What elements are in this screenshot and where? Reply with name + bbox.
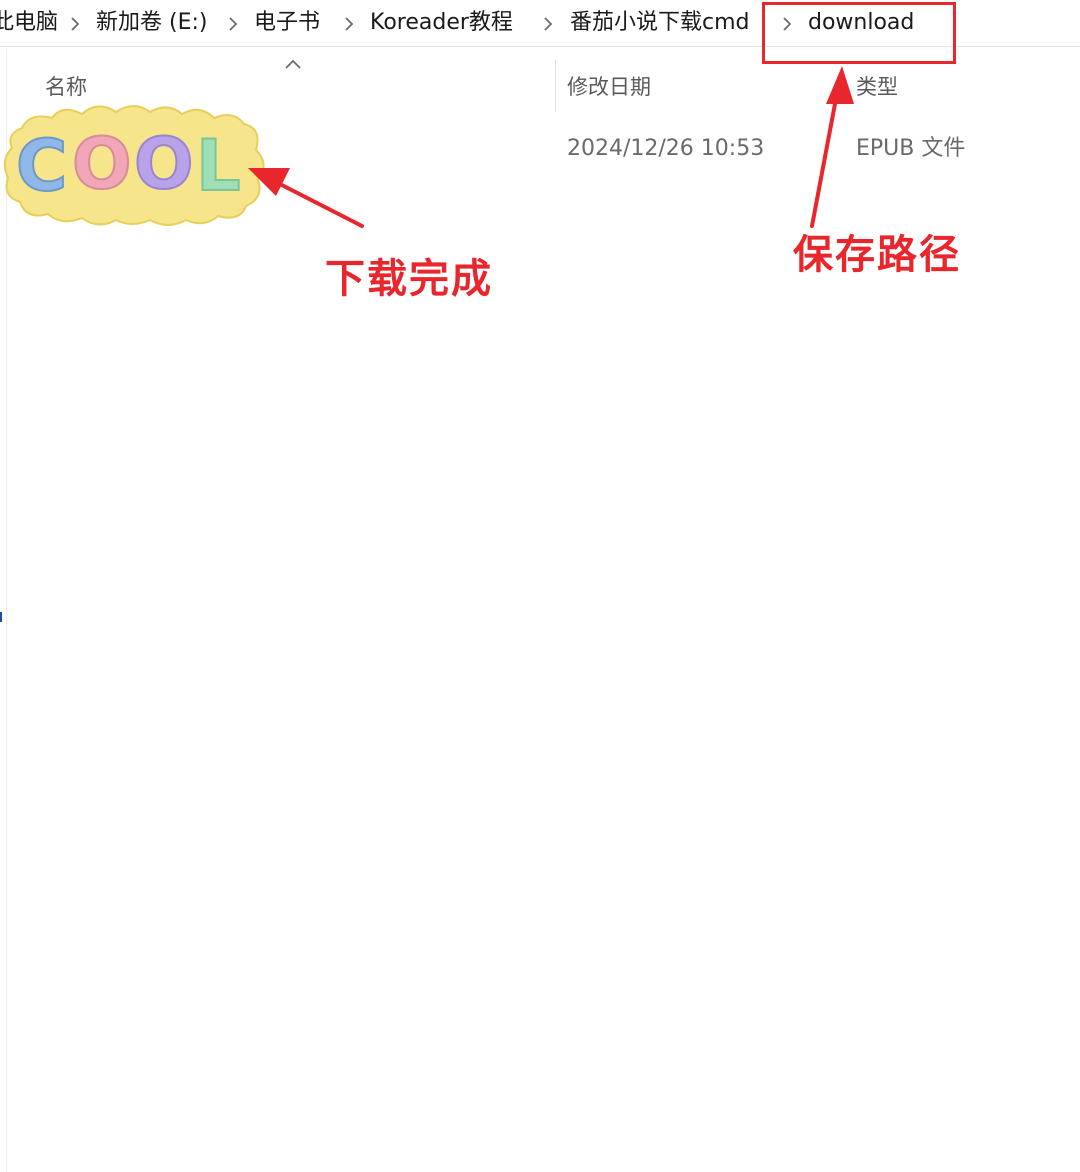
column-divider[interactable] [555,60,556,112]
chevron-right-icon[interactable] [70,8,80,38]
breadcrumb-tomato-novel-cmd[interactable]: 番茄小说下载cmd [570,8,762,38]
column-header-type[interactable]: 类型 [856,70,898,104]
annotation-save-path: 保存路径 [793,232,961,278]
chevron-right-icon[interactable] [228,8,238,38]
breadcrumb-drive-e[interactable]: 新加卷 (E:) [96,8,207,38]
cool-letter-c: C [16,125,67,207]
arrow-to-path-head [826,66,854,104]
chevron-right-icon[interactable] [344,8,354,38]
breadcrumb-this-pc[interactable]: 此电脑 [0,8,58,38]
cool-sticker-image: C O O L [3,105,265,226]
chevron-right-icon[interactable] [543,8,553,38]
cool-letter-l: L [196,125,241,207]
breadcrumb-ebooks[interactable]: 电子书 [254,8,320,38]
pane-edge-marker [0,612,2,622]
breadcrumb-koreader-tutorial[interactable]: Koreader教程 [370,8,513,38]
file-type: EPUB 文件 [856,136,966,161]
cool-letter-o1: O [72,123,132,205]
annotation-download-complete: 下载完成 [325,256,493,302]
column-header-modified[interactable]: 修改日期 [567,70,651,104]
cool-letter-o2: O [134,123,194,205]
file-modified-date: 2024/12/26 10:53 [567,136,765,161]
highlight-box-current-folder [762,2,956,64]
sort-ascending-icon[interactable] [284,58,302,70]
